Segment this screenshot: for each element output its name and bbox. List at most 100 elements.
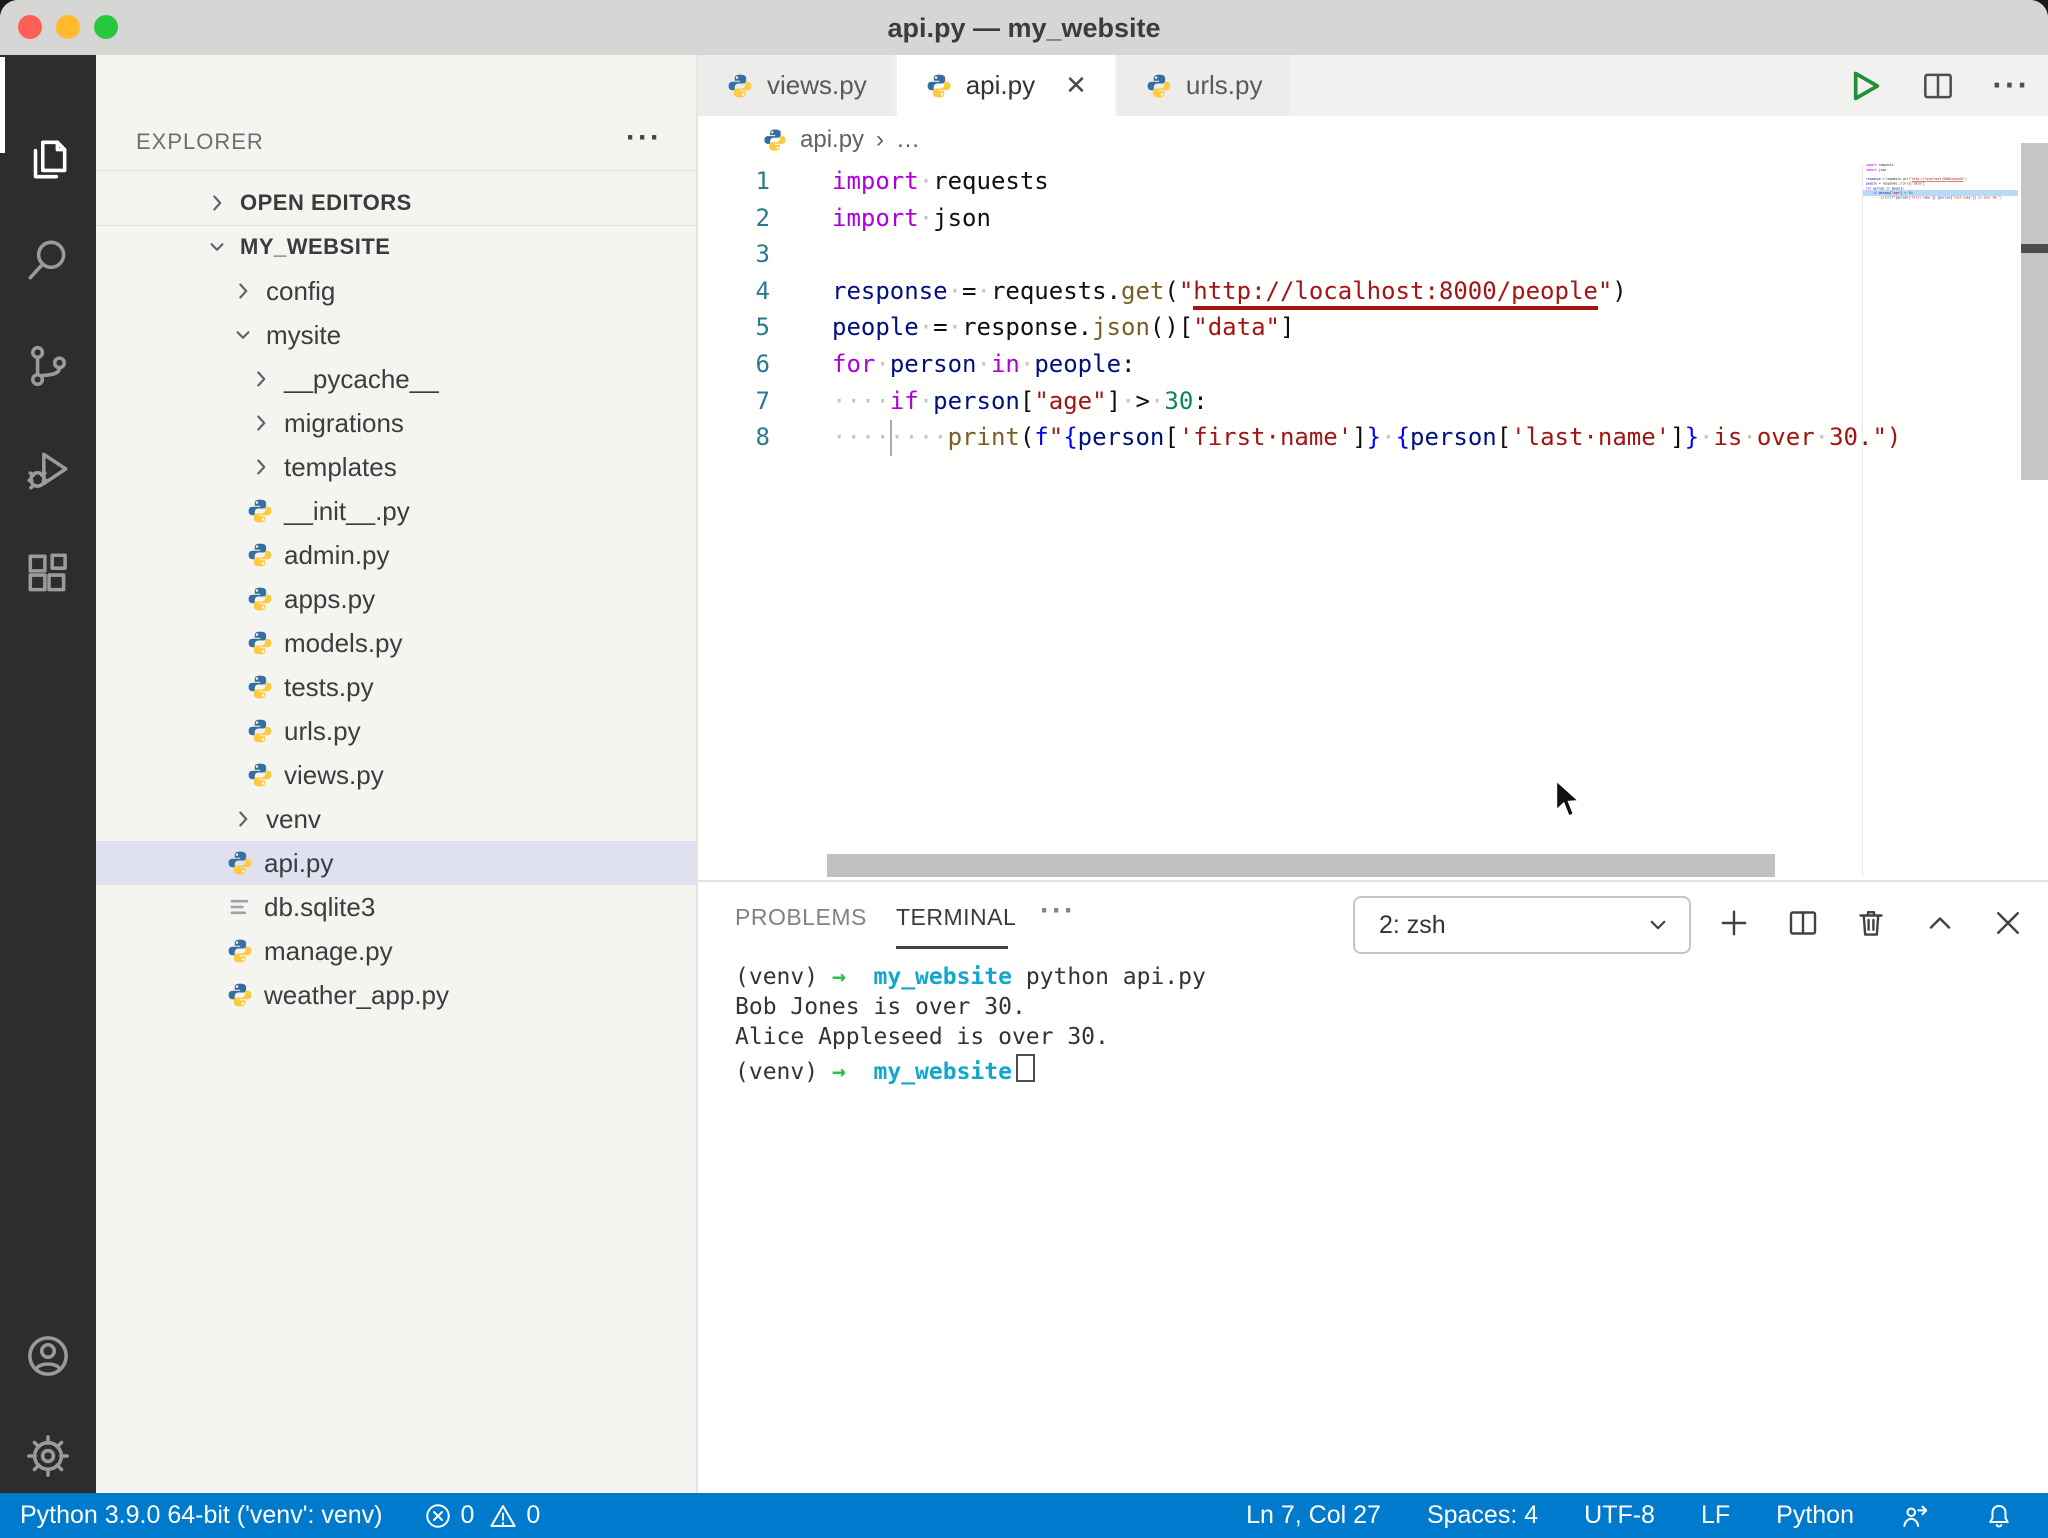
activity-run-debug-icon[interactable] [0,421,96,519]
python-file-icon [246,761,274,789]
tree-item-label: models.py [284,628,403,659]
tree-item--pycache-[interactable]: __pycache__ [96,357,696,401]
split-editor-icon[interactable] [1919,67,1957,105]
code-line[interactable]: 3 [698,240,2048,277]
title-bar: api.py — my_website [0,0,2048,56]
status-item[interactable]: Spaces: 4 [1427,1501,1538,1530]
status-warning-icon[interactable]: 0 [488,1501,540,1531]
tree-item-templates[interactable]: templates [96,445,696,489]
divider [96,170,696,171]
code-line[interactable]: 7····if·person["age"]·>·30: [698,387,2048,424]
tree-item-db-sqlite3[interactable]: db.sqlite3 [96,885,696,929]
python-file-icon [762,127,788,153]
tab-problems[interactable]: PROBLEMS [735,904,867,931]
tree-item-urls-py[interactable]: urls.py [96,709,696,753]
sidebar-section-open-editors[interactable]: OPEN EDITORS [96,181,696,225]
split-terminal-icon[interactable] [1785,905,1821,941]
horizontal-scrollbar[interactable] [827,854,1775,877]
line-number: 6 [698,350,770,378]
terminal-output[interactable]: (venv) → my_website python api.pyBob Jon… [735,964,1206,1084]
editor-tab-api-py[interactable]: api.py✕ [897,55,1115,116]
maximize-panel-icon[interactable] [1922,905,1958,941]
tree-item--init-py[interactable]: __init__.py [96,489,696,533]
chevron-right-icon [248,454,274,480]
sidebar-more-actions-icon[interactable]: ··· [626,121,662,155]
activity-extensions-icon[interactable] [0,525,96,623]
tree-item-label: templates [284,452,397,483]
breadcrumb-symbol[interactable]: … [896,126,920,154]
tree-item-label: config [266,276,335,307]
sidebar-title: EXPLORER [136,129,264,155]
line-number: 5 [698,313,770,341]
editor-tab-views-py[interactable]: views.py [698,55,895,116]
code-line[interactable]: ········print(f"{person['first·name']}·{… [1866,196,2016,201]
tree-item-label: api.py [264,848,333,879]
bell-icon [1984,1501,2014,1531]
editor-more-actions-icon[interactable]: ··· [1992,67,2030,104]
terminal-shell-select[interactable]: 2: zsh [1353,896,1691,954]
tree-item-models-py[interactable]: models.py [96,621,696,665]
tree-item-label: __init__.py [284,496,410,527]
status-right: Ln 7, Col 27 Spaces: 4 UTF-8 LF Python [1246,1501,2022,1531]
tree-item-mysite[interactable]: mysite [96,313,696,357]
file-icon [226,893,254,921]
tree-item-apps-py[interactable]: apps.py [96,577,696,621]
tree-item-api-py[interactable]: api.py [96,841,696,885]
close-panel-icon[interactable] [1990,905,2026,941]
line-number: 3 [698,240,770,268]
status-text: Spaces: 4 [1427,1501,1538,1530]
tree-item-migrations[interactable]: migrations [96,401,696,445]
tree-item-venv[interactable]: venv [96,797,696,841]
run-python-file-icon[interactable] [1844,66,1884,106]
code-line[interactable]: 6for·person·in·people: [698,350,2048,387]
panel-action-icons [1716,896,2026,950]
new-terminal-icon[interactable] [1716,905,1752,941]
python-file-icon [726,72,754,100]
code-line[interactable]: 2import·json [698,204,2048,241]
status-left: Python 3.9.0 64-bit ('venv': venv) 00 [20,1501,540,1531]
tree-item-weather-app-py[interactable]: weather_app.py [96,973,696,1017]
status-item[interactable]: LF [1701,1501,1730,1530]
code-line[interactable]: 1import·requests [698,167,2048,204]
code-line[interactable]: 4response·=·requests.get("http://localho… [698,277,2048,314]
status-item[interactable]: Python [1776,1501,1854,1530]
activity-settings-icon[interactable] [0,1407,96,1505]
breadcrumb-file[interactable]: api.py [800,126,864,154]
tree-item-label: apps.py [284,584,375,615]
status-item[interactable]: Python 3.9.0 64-bit ('venv': venv) [20,1501,383,1530]
close-tab-icon[interactable]: ✕ [1065,70,1087,101]
tree-item-admin-py[interactable]: admin.py [96,533,696,577]
status-item[interactable]: Ln 7, Col 27 [1246,1501,1381,1530]
activity-source-control-icon[interactable] [0,317,96,415]
vertical-scrollbar[interactable] [2021,143,2048,480]
activity-account-icon[interactable] [0,1307,96,1405]
kill-terminal-icon[interactable] [1853,905,1889,941]
tree-item-manage-py[interactable]: manage.py [96,929,696,973]
status-bell-icon[interactable] [1984,1501,2022,1531]
tree-item-config[interactable]: config [96,269,696,313]
tree-item-label: mysite [266,320,341,351]
status-error-icon[interactable]: 0 [423,1501,475,1531]
scrollbar-cursor-marker [2021,244,2048,253]
minimap[interactable]: import·requestsimport·jsonresponse·=·req… [1866,163,2016,283]
status-item[interactable]: UTF-8 [1584,1501,1655,1530]
status-text: Ln 7, Col 27 [1246,1501,1381,1530]
editor-tab-urls-py[interactable]: urls.py [1117,55,1291,116]
panel-more-actions-icon[interactable]: ··· [1040,894,1076,928]
tree-item-tests-py[interactable]: tests.py [96,665,696,709]
code-editor[interactable]: 1import·requests2import·json3 4response·=… [698,164,2048,878]
activity-files-icon[interactable] [0,111,96,209]
tab-terminal[interactable]: TERMINAL [896,904,1016,931]
activity-search-icon[interactable] [0,211,96,309]
explorer-sidebar: EXPLORER ··· OPEN EDITORSMY_WEBSITEconfi… [96,55,698,1493]
status-feedback-icon[interactable] [1900,1501,1938,1531]
sidebar-section-my-website[interactable]: MY_WEBSITE [96,225,696,269]
tree-item-views-py[interactable]: views.py [96,753,696,797]
tree-item-label: migrations [284,408,404,439]
vscode-window: api.py — my_website EXPLORER ··· OPEN ED… [0,0,2048,1538]
python-file-icon [226,981,254,1009]
python-file-icon [1145,72,1173,100]
code-line[interactable]: 8········print(f"{person['first·name']}·… [698,423,2048,460]
code-line[interactable]: 5people·=·response.json()["data"] [698,313,2048,350]
chevron-right-icon [204,190,230,216]
